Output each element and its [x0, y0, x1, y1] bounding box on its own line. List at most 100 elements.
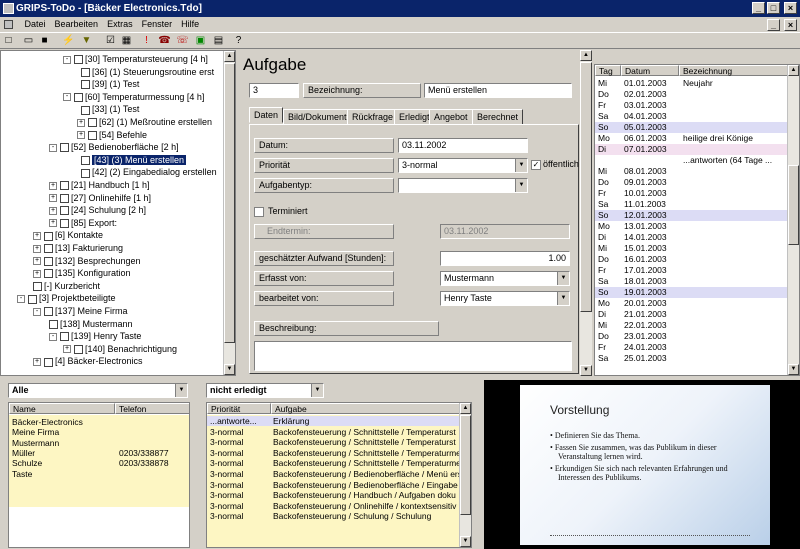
todo-row[interactable]: 3-normal Backofensteuerung / Schnittstell… [207, 437, 461, 447]
tree-item[interactable]: - [3] Projektbeteiligte [17, 292, 116, 304]
calendar-row[interactable]: Mi 22.01.2003 [595, 320, 790, 331]
tree-item[interactable]: [33] (1) Test [81, 103, 139, 115]
tree-item[interactable]: + [62] (1) Meßroutine erstellen [77, 116, 212, 128]
calendar-row[interactable]: Fr 03.01.2003 [595, 100, 790, 111]
chevron-down-icon[interactable]: ▼ [175, 384, 187, 397]
tree-item[interactable]: + [135] Konfiguration [33, 267, 131, 279]
minimize-button[interactable]: _ [752, 2, 765, 14]
tree-item[interactable]: + [54] Befehle [77, 129, 147, 141]
scroll-down-icon[interactable]: ▼ [788, 364, 799, 375]
chevron-down-icon[interactable]: ▼ [515, 159, 527, 172]
todo-row[interactable]: 3-normal Backofensteuerung / Schnittstell… [207, 458, 461, 468]
todo-header-prioritaet[interactable]: Priorität [207, 403, 271, 414]
todo-row[interactable]: 3-normal Backofensteuerung / Bedienoberfl… [207, 480, 461, 490]
collapse-icon[interactable]: - [33, 307, 41, 316]
tree-item[interactable]: + [132] Besprechungen [33, 255, 141, 267]
doc-menu-icon[interactable] [4, 20, 13, 30]
datum-field[interactable]: 03.11.2002 [398, 138, 528, 153]
calendar-row[interactable]: Mi 08.01.2003 [595, 166, 790, 177]
expand-icon[interactable]: + [49, 181, 57, 190]
calendar-panel[interactable]: Tag Datum Bezeichnung Mi 01.01.2003 Neujah… [594, 64, 800, 376]
expand-icon[interactable]: + [77, 118, 85, 127]
chevron-down-icon[interactable]: ▼ [515, 179, 527, 192]
collapse-icon[interactable]: - [63, 93, 71, 102]
collapse-icon[interactable]: - [17, 295, 25, 304]
menu-fenster[interactable]: Fenster [142, 19, 173, 29]
task-id-field[interactable]: 3 [249, 83, 299, 98]
expand-icon[interactable]: + [49, 194, 57, 203]
todo-row[interactable]: ...antworte... Erklärung [207, 416, 461, 426]
chevron-down-icon[interactable]: ▼ [557, 272, 569, 285]
todo-filter-select[interactable]: nicht erledigt ▼ [206, 383, 324, 398]
tree-item[interactable]: + [140] Benachrichtigung [63, 343, 177, 355]
calendar-row[interactable]: Fr 10.01.2003 [595, 188, 790, 199]
calendar-row[interactable]: Di 07.01.2003 [595, 144, 790, 155]
todo-row[interactable]: 3-normal Backofensteuerung / Handbuch / A… [207, 490, 461, 500]
expand-icon[interactable]: + [49, 206, 57, 215]
tree-item[interactable]: + [6] Kontakte [33, 229, 103, 241]
beschreibung-field[interactable] [254, 341, 572, 371]
phone-icon[interactable]: ☎ [158, 35, 171, 47]
tree-item[interactable]: + [85] Export: [49, 217, 117, 229]
scroll-up-icon[interactable]: ▲ [580, 50, 592, 61]
help-icon[interactable]: ? [232, 35, 245, 47]
contact-row[interactable]: Schulze 0203/338878 [9, 458, 189, 468]
todo-scrollbar[interactable]: ▲ ▼ [459, 403, 471, 547]
expand-icon[interactable]: + [33, 358, 41, 367]
tree-item[interactable]: [42] (2) Eingabedialog erstellen [81, 166, 217, 178]
tab-angebot[interactable]: Angebot [429, 109, 473, 125]
calendar-row[interactable]: Sa 04.01.2003 [595, 111, 790, 122]
calendar-row[interactable]: Mo 06.01.2003 heilige drei Könige [595, 133, 790, 144]
tree-item[interactable]: [39] (1) Test [81, 78, 139, 90]
tree-item[interactable]: + [4] Bäcker-Electronics [33, 355, 143, 367]
collapse-icon[interactable]: - [49, 143, 57, 152]
contact-row[interactable]: Meine Firma [9, 427, 189, 437]
calendar-scrollbar[interactable]: ▲ ▼ [787, 65, 799, 375]
calendar-row[interactable]: Di 14.01.2003 [595, 232, 790, 243]
expand-icon[interactable]: + [33, 244, 41, 253]
terminiert-checkbox[interactable] [254, 207, 264, 217]
todo-header-aufgabe[interactable]: Aufgabe [271, 403, 461, 414]
menu-hilfe[interactable]: Hilfe [181, 19, 199, 29]
calendar-row[interactable]: Mi 01.01.2003 Neujahr [595, 78, 790, 89]
contact-row[interactable]: Müller 0203/338877 [9, 448, 189, 458]
menu-extras[interactable]: Extras [107, 19, 133, 29]
tree-item[interactable]: + [13] Fakturierung [33, 242, 123, 254]
aufgabentyp-select[interactable]: ▼ [398, 178, 528, 193]
chevron-down-icon[interactable]: ▼ [311, 384, 323, 397]
scroll-thumb[interactable] [580, 62, 592, 312]
todo-row[interactable]: 3-normal Backofensteuerung / Schnittstell… [207, 448, 461, 458]
expand-icon[interactable]: + [33, 257, 41, 266]
calendar-row[interactable]: So 12.01.2003 [595, 210, 790, 221]
calendar-row[interactable]: Fr 24.01.2003 [595, 342, 790, 353]
open-icon[interactable]: ▭ [22, 35, 35, 47]
tab-bilddokument[interactable]: Bild/Dokument [283, 109, 352, 125]
contacts-header-telefon[interactable]: Telefon [115, 403, 189, 414]
wand-icon[interactable]: ⚡ [62, 35, 75, 47]
contact-row[interactable]: Taste [9, 469, 189, 479]
checkbox-icon[interactable]: ☑ [104, 35, 117, 47]
exclamation-icon[interactable]: ! [140, 35, 153, 47]
phone2-icon[interactable]: ☏ [176, 35, 189, 47]
expand-icon[interactable]: + [33, 269, 41, 278]
tab-berechnet[interactable]: Berechnet [472, 109, 524, 125]
bus-icon[interactable]: ▣ [194, 35, 207, 47]
calendar-row[interactable]: Do 09.01.2003 [595, 177, 790, 188]
cal-header-datum[interactable]: Datum [621, 65, 679, 76]
calendar-row[interactable]: Do 02.01.2003 [595, 89, 790, 100]
scroll-up-icon[interactable]: ▲ [460, 403, 471, 414]
tree-item[interactable]: [36] (1) Steuerungsroutine erst [81, 66, 214, 78]
expand-icon[interactable]: + [77, 131, 85, 140]
save-icon[interactable]: ■ [38, 35, 51, 47]
chevron-down-icon[interactable]: ▼ [557, 292, 569, 305]
tree-item[interactable]: - [139] Henry Taste [49, 330, 141, 342]
calendar-row[interactable]: Sa 18.01.2003 [595, 276, 790, 287]
maximize-button[interactable]: □ [767, 2, 780, 14]
tree-item[interactable]: - [30] Temperatursteuerung [4 h] [63, 53, 208, 65]
expand-icon[interactable]: + [33, 232, 41, 241]
calendar-icon[interactable]: ▦ [120, 35, 133, 47]
contact-row[interactable]: Mustermann [9, 438, 189, 448]
cal-header-bezeichnung[interactable]: Bezeichnung [679, 65, 789, 76]
collapse-icon[interactable]: - [63, 55, 71, 64]
filter-icon[interactable]: ▼ [80, 35, 93, 47]
